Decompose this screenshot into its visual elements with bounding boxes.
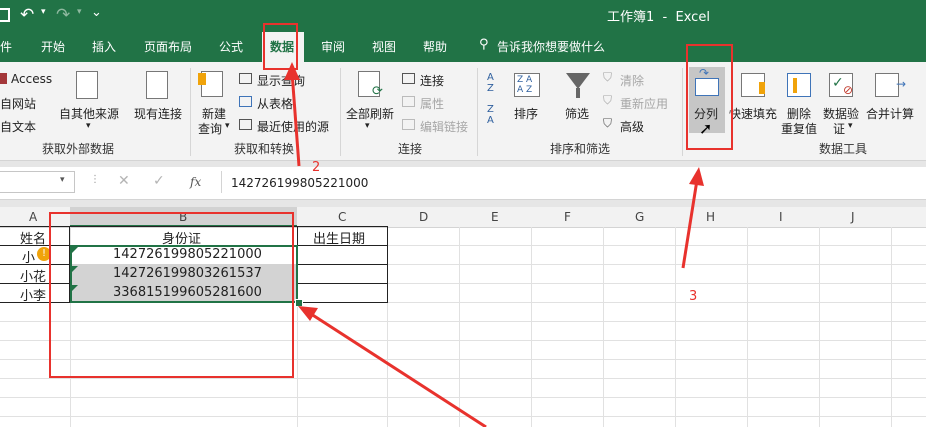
annotation-arrow-to-text-to-columns <box>681 167 704 269</box>
annotation-arrows <box>284 62 704 427</box>
annotation-arrow-to-selection <box>298 306 487 427</box>
annotation-arrow-to-data-tab <box>284 62 301 167</box>
